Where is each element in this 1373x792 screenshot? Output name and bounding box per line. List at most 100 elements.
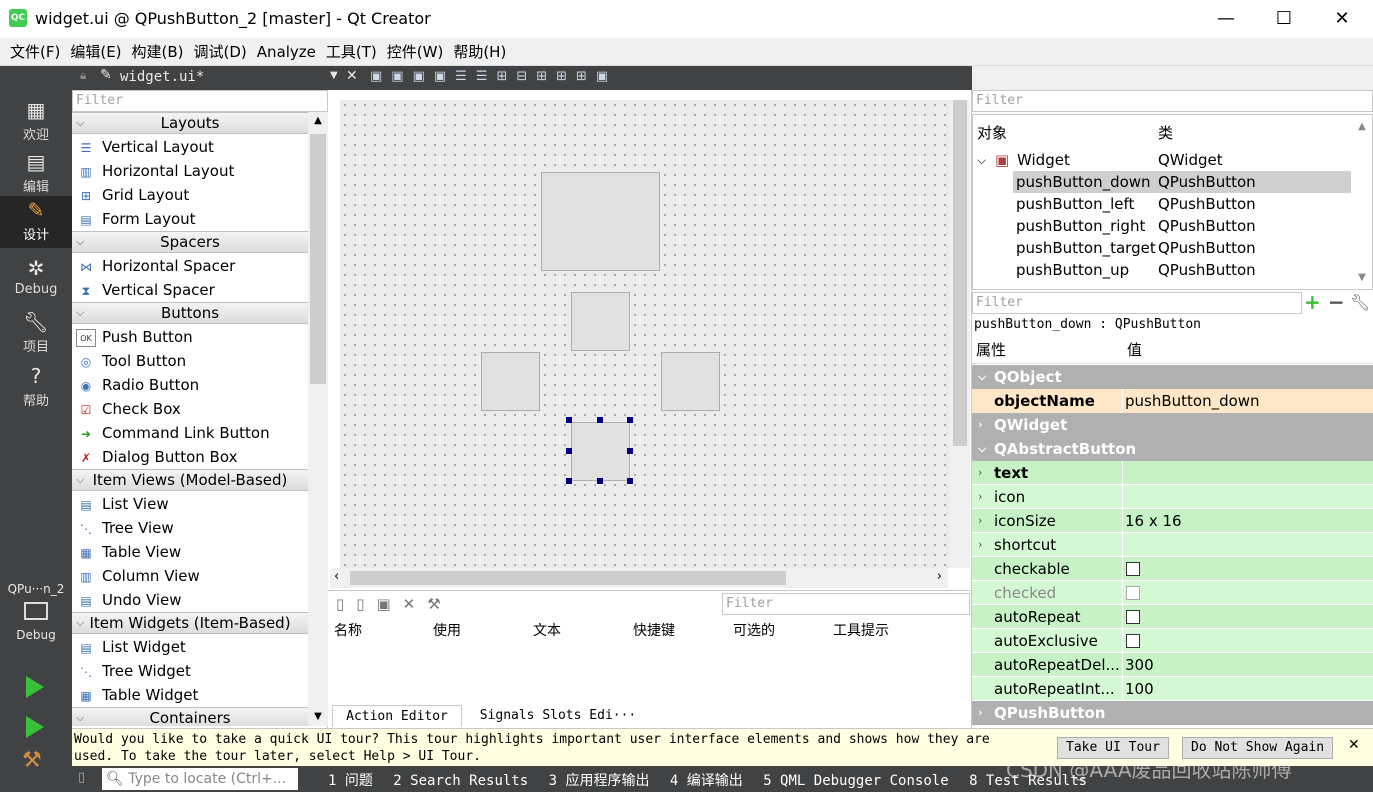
push-button-right[interactable] xyxy=(661,352,720,411)
menu-edit[interactable]: 编辑(E) xyxy=(65,38,126,66)
action-toolbar[interactable]: ▯▯▣✕⚒ xyxy=(336,595,453,613)
mode-welcome[interactable]: ▦ 欢迎 xyxy=(0,96,72,148)
menu-file[interactable]: 文件(F) xyxy=(5,38,65,66)
selection-handle[interactable] xyxy=(627,417,633,423)
object-row[interactable]: pushButton_right QPushButton xyxy=(973,215,1353,237)
chevron-right-icon[interactable]: › xyxy=(978,509,982,533)
close-tour-icon[interactable]: ✕ xyxy=(1348,737,1360,753)
close-button[interactable]: ✕ xyxy=(1313,0,1371,38)
widget-item[interactable]: ⋱ Tree Widget xyxy=(76,659,191,683)
property-value[interactable]: pushButton_down xyxy=(1125,389,1260,413)
widget-item[interactable]: OK Push Button xyxy=(76,325,193,349)
property-row[interactable]: autoRepeatDel... 300 xyxy=(972,653,1373,677)
widget-item[interactable]: ⧗ Vertical Spacer xyxy=(76,278,215,302)
object-filter-input[interactable]: Filter xyxy=(972,90,1373,112)
pane-qml-debugger[interactable]: 5 QML Debugger Console xyxy=(763,773,948,789)
build-hammer-icon[interactable]: ⚒ xyxy=(22,748,42,773)
property-group[interactable]: › QPushButton xyxy=(972,701,1373,725)
tab-signals-slots[interactable]: Signals Slots Edi··· xyxy=(468,705,648,727)
widget-item[interactable]: ✗ Dialog Button Box xyxy=(76,445,237,469)
header-class[interactable]: 类 xyxy=(1158,119,1173,147)
maximize-button[interactable]: ☐ xyxy=(1255,0,1313,38)
minimize-button[interactable]: — xyxy=(1197,0,1255,38)
run-icon[interactable] xyxy=(26,676,44,698)
chevron-right-icon[interactable]: › xyxy=(978,533,982,557)
widget-filter-input[interactable]: Filter xyxy=(72,90,328,112)
widget-item[interactable]: ▦ Table View xyxy=(76,540,181,564)
menu-widget[interactable]: 控件(W) xyxy=(382,38,449,66)
form-editor-toolbar[interactable]: ▣▣▣▣☰☰⊞⊟⊞⊞⊞▣ xyxy=(370,69,617,84)
checkbox[interactable] xyxy=(1126,562,1140,576)
property-group[interactable]: › QWidget xyxy=(972,413,1373,437)
col-text[interactable]: 文本 xyxy=(533,619,561,643)
property-row[interactable]: autoRepeat xyxy=(972,605,1373,629)
chevron-right-icon[interactable]: › xyxy=(978,461,982,485)
widget-item[interactable]: ▦ Table Widget xyxy=(76,683,198,707)
widget-item[interactable]: ▥ Horizontal Layout xyxy=(76,159,234,183)
remove-property-icon[interactable]: − xyxy=(1328,290,1345,314)
push-button-target[interactable] xyxy=(541,172,660,271)
widget-item[interactable]: ▤ Undo View xyxy=(76,588,181,612)
checkbox[interactable] xyxy=(1126,610,1140,624)
mode-help[interactable]: ? 帮助 xyxy=(0,362,72,414)
form-widget[interactable] xyxy=(340,100,950,568)
canvas-vscrollbar[interactable] xyxy=(950,100,970,568)
pane-compile-output[interactable]: 4 编译输出 xyxy=(670,773,743,789)
doc-dropdown-icon[interactable]: ▼ xyxy=(330,70,338,81)
kit-selector[interactable]: QPu···n_2 Debug xyxy=(0,574,72,664)
property-row[interactable]: checked xyxy=(972,581,1373,605)
push-button-up[interactable] xyxy=(571,292,630,351)
selection-handle[interactable] xyxy=(597,478,603,484)
config-wrench-icon[interactable]: 🔧︎ xyxy=(1350,293,1370,312)
menu-tools[interactable]: 工具(T) xyxy=(321,38,382,66)
tab-action-editor[interactable]: Action Editor xyxy=(332,705,462,727)
object-row[interactable]: ⌵ ▣ Widget QWidget xyxy=(973,149,1353,171)
canvas-hscrollbar[interactable]: ‹ › xyxy=(330,568,948,588)
header-object[interactable]: 对象 xyxy=(977,119,1007,147)
selection-handle[interactable] xyxy=(566,448,572,454)
selection-handle[interactable] xyxy=(597,417,603,423)
widget-category[interactable]: ⌵ Containers xyxy=(72,707,308,726)
property-value[interactable]: 300 xyxy=(1125,653,1154,677)
widget-box-scrollbar[interactable]: ▲ ▼ xyxy=(308,112,328,726)
doc-tab-name[interactable]: widget.ui* xyxy=(120,69,204,85)
property-value[interactable]: 16 x 16 xyxy=(1125,509,1182,533)
checkbox[interactable] xyxy=(1126,586,1140,600)
pane-search-results[interactable]: 2 Search Results xyxy=(393,773,528,789)
pane-app-output[interactable]: 3 应用程序输出 xyxy=(549,773,650,789)
property-value[interactable]: 100 xyxy=(1125,677,1154,701)
property-row[interactable]: › shortcut xyxy=(972,533,1373,557)
chevron-right-icon[interactable]: › xyxy=(978,701,983,725)
widget-category[interactable]: ⌵ Buttons xyxy=(72,302,308,324)
property-row[interactable]: autoRepeatInt... 100 xyxy=(972,677,1373,701)
col-checkable[interactable]: 可选的 xyxy=(733,619,775,643)
object-row[interactable]: pushButton_up QPushButton xyxy=(973,259,1353,281)
col-shortcut[interactable]: 快捷键 xyxy=(633,619,675,643)
property-row[interactable]: › icon xyxy=(972,485,1373,509)
chevron-right-icon[interactable]: › xyxy=(978,485,982,509)
object-row[interactable]: pushButton_target QPushButton xyxy=(973,237,1353,259)
header-value[interactable]: 值 xyxy=(1127,336,1142,364)
object-inspector-scrollbar[interactable]: ▲ ▼ xyxy=(1353,115,1371,289)
property-row[interactable]: › text xyxy=(972,461,1373,485)
mode-projects[interactable]: 🔧︎ 项目 xyxy=(0,308,72,360)
selection-handle[interactable] xyxy=(566,417,572,423)
add-property-icon[interactable]: + xyxy=(1304,290,1321,314)
chevron-down-icon[interactable]: ⌵ xyxy=(978,437,986,461)
property-row[interactable]: › iconSize 16 x 16 xyxy=(972,509,1373,533)
property-filter-input[interactable]: Filter xyxy=(972,292,1302,314)
chevron-right-icon[interactable]: › xyxy=(978,413,983,437)
widget-category[interactable]: ⌵ Item Widgets (Item-Based) xyxy=(72,612,308,634)
widget-item[interactable]: ▥ Column View xyxy=(76,564,199,588)
debug-run-icon[interactable] xyxy=(26,716,44,738)
locator-input[interactable]: 🔍︎ Type to locate (Ctrl+... xyxy=(102,768,298,790)
widget-item[interactable]: ▤ List View xyxy=(76,492,168,516)
selection-handle[interactable] xyxy=(566,478,572,484)
push-button-left[interactable] xyxy=(481,352,540,411)
pane-issues[interactable]: 1 问题 xyxy=(328,773,373,789)
object-row[interactable]: pushButton_left QPushButton xyxy=(973,193,1353,215)
sidebar-toggle-icon[interactable]: ▯ xyxy=(78,770,85,785)
widget-item[interactable]: ⋱ Tree View xyxy=(76,516,174,540)
widget-category[interactable]: ⌵ Layouts xyxy=(72,112,308,134)
widget-item[interactable]: ▤ List Widget xyxy=(76,635,185,659)
